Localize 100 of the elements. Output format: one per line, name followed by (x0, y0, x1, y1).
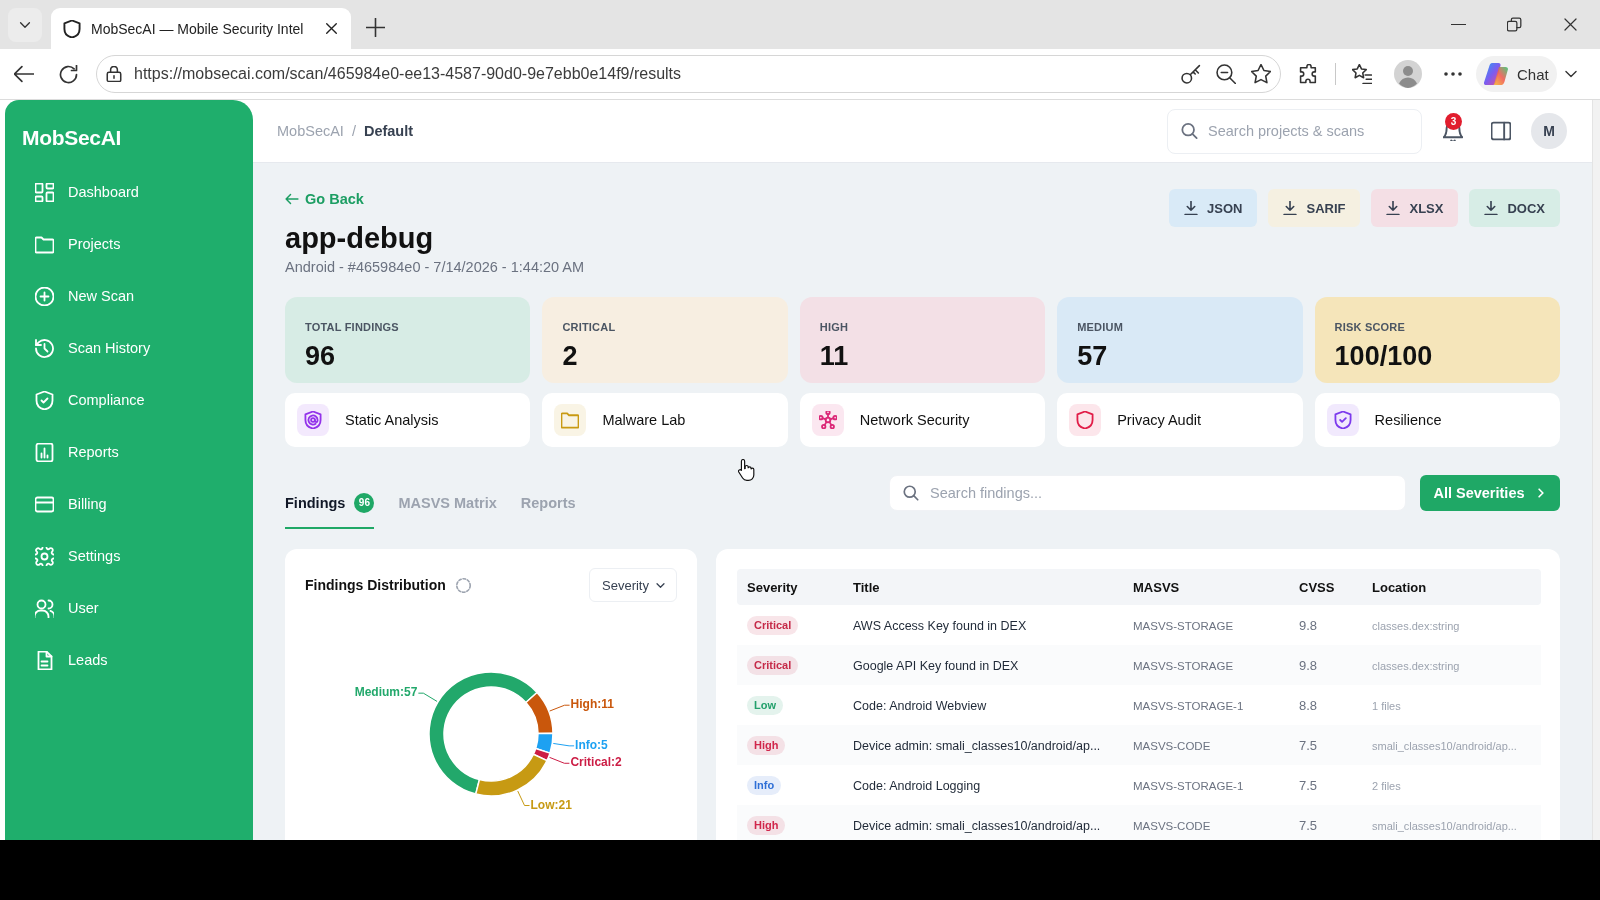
slice-label: Medium:57 (354, 685, 418, 700)
cvss-score: 7.5 (1299, 778, 1318, 793)
sidebar-item[interactable]: Billing (17, 482, 241, 526)
module-label: Network Security (859, 412, 970, 428)
severity-filter-button[interactable]: All Severities (1420, 475, 1560, 511)
close-icon[interactable] (1563, 17, 1578, 32)
cvss-score: 7.5 (1299, 738, 1318, 753)
puzzle-icon[interactable] (1299, 64, 1319, 84)
star-icon[interactable] (1251, 64, 1271, 84)
panel-icon[interactable] (1491, 121, 1511, 141)
search-icon (1181, 122, 1198, 140)
sidebar-item[interactable]: New Scan (17, 274, 241, 318)
favorites-icon[interactable] (1352, 64, 1372, 84)
sidebar-item[interactable]: Leads (17, 638, 241, 682)
stat-label: CRITICAL (562, 321, 616, 334)
finding-title: Device admin: smali_classes10/android/ap... (853, 819, 1101, 833)
address-bar[interactable]: https://mobsecai.com/scan/465984e0-ee13-4587-90d0-9e7ebb0e14f9/results (96, 55, 1281, 93)
finding-title: Device admin: smali_classes10/android/ap... (853, 739, 1101, 753)
group-by-dropdown[interactable]: Severity (589, 568, 677, 602)
sidebar-item[interactable]: User (17, 586, 241, 630)
masvs-category: MASVS-STORAGE (1133, 660, 1234, 672)
restore-icon[interactable] (1507, 17, 1522, 32)
cvss-score: 9.8 (1299, 658, 1318, 673)
sidebar-item[interactable]: Scan History (17, 326, 241, 370)
file-location: classes.dex:string (1372, 620, 1460, 632)
browser-tab[interactable]: MobSecAI — Mobile Security Intel (51, 8, 351, 49)
file-location: classes.dex:string (1372, 660, 1460, 672)
lock-icon (106, 66, 122, 82)
stat-label: HIGH (819, 321, 849, 334)
chat-button[interactable]: Chat (1476, 56, 1557, 92)
slice-label: Critical:2 (570, 755, 622, 770)
sidebar-item[interactable]: Settings (17, 534, 241, 578)
settings-icon (35, 546, 54, 566)
file-location: smali_classes10/android/ap... (1372, 820, 1517, 832)
breadcrumb-link[interactable]: MobSecAI (277, 123, 344, 139)
sidebar-item[interactable]: Projects (17, 222, 241, 266)
column-header: MASVS (1132, 579, 1181, 595)
chat-logo-icon (1484, 63, 1508, 85)
document-icon (35, 650, 54, 670)
leader-line (517, 790, 531, 807)
profile-avatar-icon[interactable] (1394, 60, 1422, 88)
stat-value: 100/100 (1334, 340, 1433, 372)
module-label: Malware Lab (602, 412, 686, 428)
masvs-category: MASVS-STORAGE-1 (1133, 780, 1244, 792)
export-button[interactable]: DOCX (1469, 189, 1560, 227)
stat-label: MEDIUM (1077, 321, 1123, 334)
severity-badge: Critical (747, 615, 799, 635)
column-header: Title (852, 579, 881, 595)
shield-icon (63, 19, 81, 38)
people-icon (35, 598, 54, 618)
search-icon (903, 485, 919, 501)
app-logo: MobSecAI (22, 126, 122, 150)
column-header: CVSS (1298, 579, 1336, 595)
export-button[interactable]: XLSX (1371, 189, 1459, 227)
severity-badge: Info (747, 775, 782, 795)
file-location: 2 files (1372, 780, 1401, 792)
credit-card-icon (35, 494, 54, 514)
export-button[interactable]: SARIF (1268, 189, 1361, 227)
export-button[interactable]: JSON (1169, 189, 1258, 227)
more-icon[interactable] (1444, 72, 1462, 76)
folder-icon (35, 234, 54, 254)
stat-label: RISK SCORE (1334, 321, 1406, 334)
back-icon[interactable] (14, 64, 34, 84)
sidebar-item[interactable]: Compliance (17, 378, 241, 422)
tab[interactable]: Reports (520, 489, 576, 529)
stat-value: 96 (305, 340, 336, 372)
finding-title: Google API Key found in DEX (853, 659, 1019, 673)
severity-badge: High (747, 815, 786, 835)
finding-title: Code: Android Webview (853, 699, 987, 713)
severity-badge: High (747, 735, 786, 755)
chart-title: Findings Distribution (305, 577, 446, 593)
scrollbar[interactable] (1592, 100, 1600, 840)
bar-chart-icon (35, 442, 54, 462)
sidebar-item[interactable]: Dashboard (17, 170, 241, 214)
search-field[interactable]: Search projects & scans (1167, 108, 1422, 154)
slice-label: Info:5 (575, 738, 608, 752)
column-header: Location (1371, 579, 1428, 595)
hand-cursor-icon (738, 459, 755, 481)
cvss-score: 9.8 (1299, 618, 1318, 633)
back-link[interactable]: Go Back (285, 189, 364, 209)
cvss-score: 8.8 (1299, 698, 1318, 713)
reload-icon[interactable] (59, 64, 78, 84)
search-field[interactable]: Search findings... (889, 475, 1406, 511)
stat-label: TOTAL FINDINGS (305, 321, 399, 334)
new-tab-icon[interactable] (366, 18, 385, 37)
stat-value: 11 (819, 340, 849, 372)
shield-check-icon (35, 390, 54, 410)
tab[interactable]: Findings 96 (285, 489, 375, 529)
close-icon[interactable] (325, 22, 338, 35)
scan-title: app-debug (285, 221, 435, 255)
file-location: smali_classes10/android/ap... (1372, 740, 1517, 752)
column-header: Severity (746, 579, 799, 595)
grid-icon (35, 182, 54, 202)
key-icon[interactable] (1181, 64, 1201, 84)
user-avatar[interactable]: M (1531, 113, 1567, 149)
masvs-category: MASVS-STORAGE (1133, 620, 1234, 632)
zoom-out-icon[interactable] (1216, 64, 1236, 84)
sidebar-item[interactable]: Reports (17, 430, 241, 474)
tab[interactable]: MASVS Matrix (398, 489, 497, 529)
leader-line (552, 742, 575, 747)
